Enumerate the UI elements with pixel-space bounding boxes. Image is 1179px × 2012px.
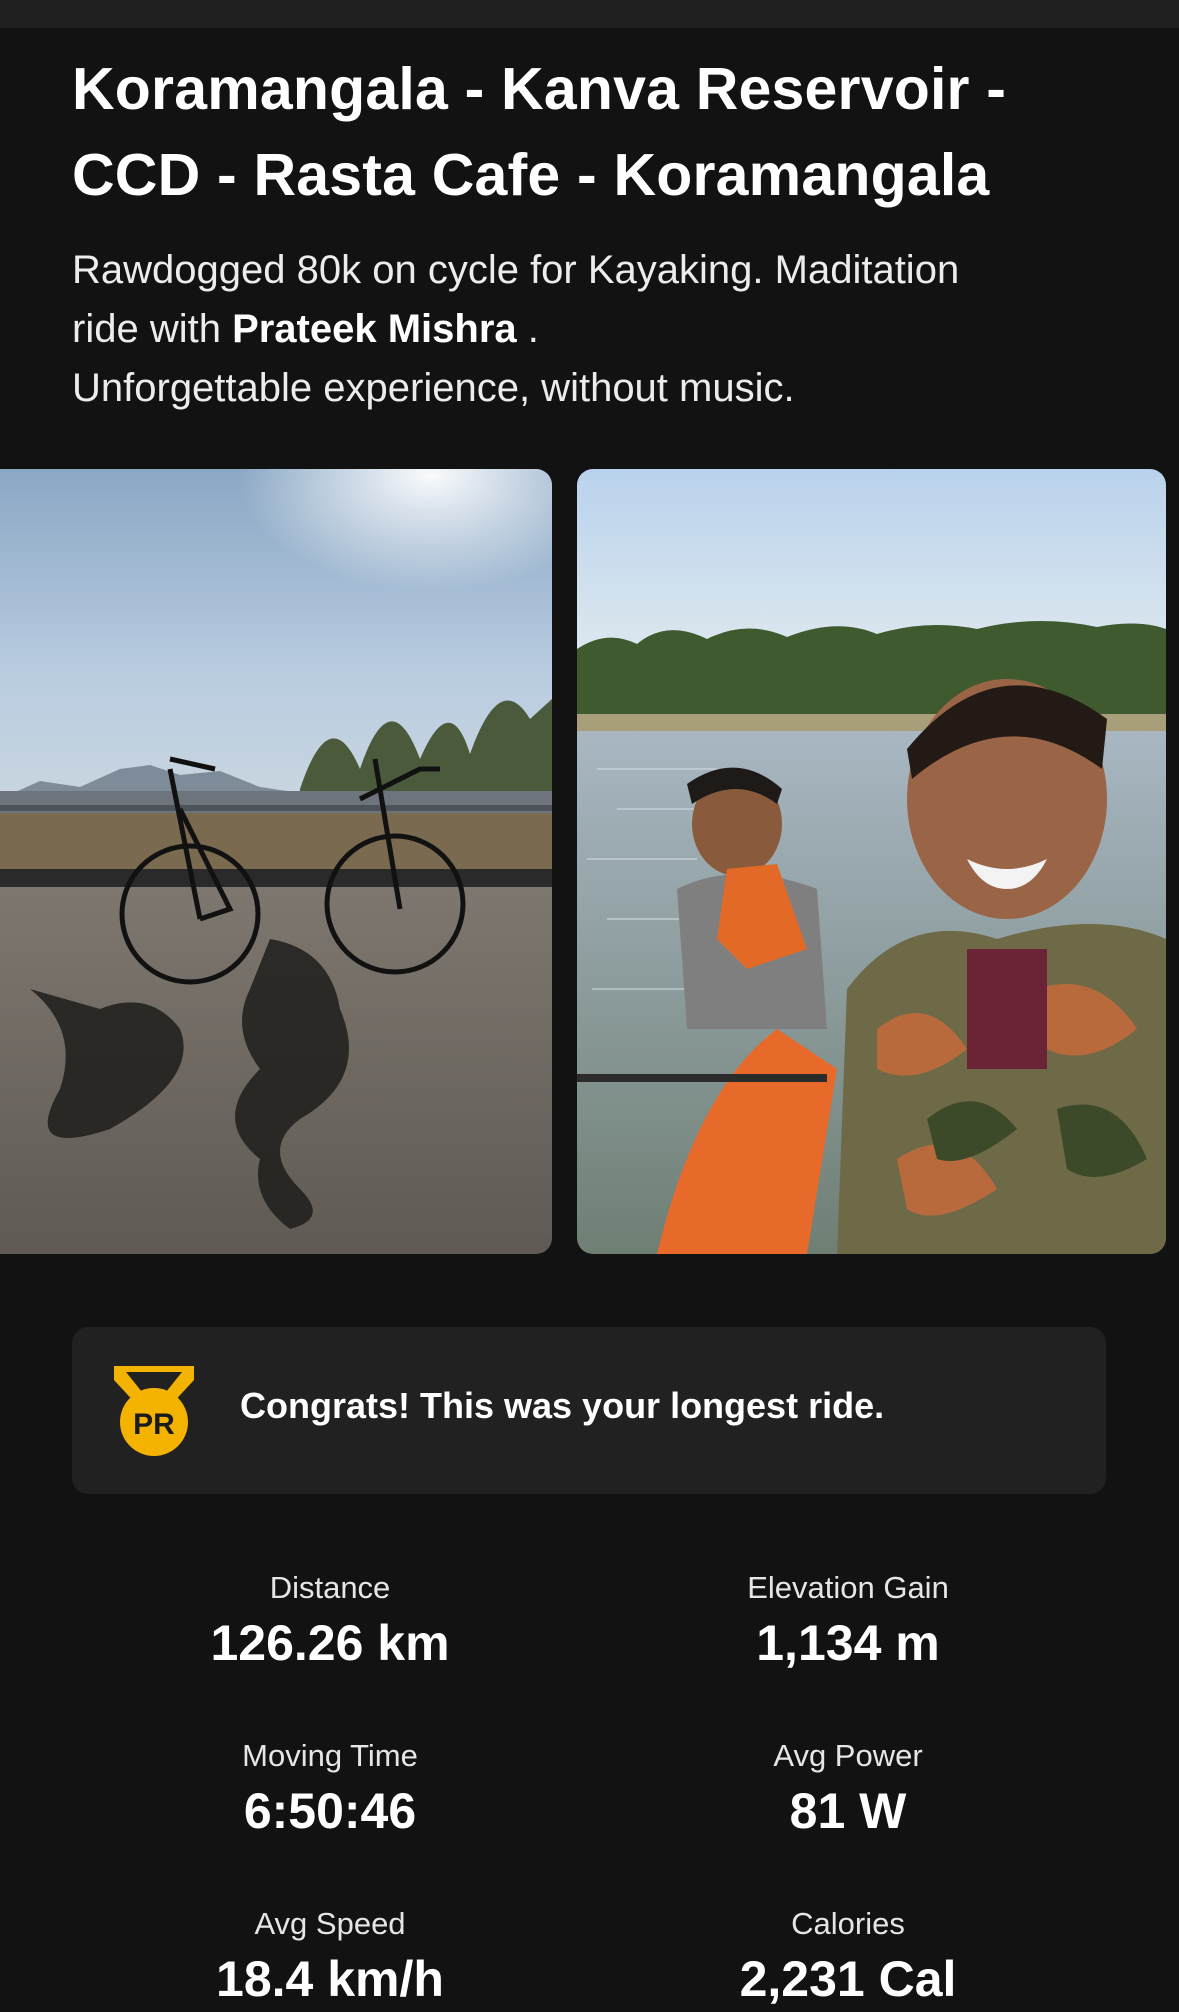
stat-label: Avg Speed (254, 1906, 406, 1941)
achievement-card[interactable]: PR Congrats! This was your longest ride. (72, 1327, 1106, 1494)
stat-elevation-gain: Elevation Gain 1,134 m (598, 1568, 1098, 1676)
stat-label: Moving Time (242, 1738, 418, 1773)
stat-value: 6:50:46 (243, 1783, 417, 1839)
bicycles-photo[interactable] (0, 469, 552, 1254)
pr-medal-icon: PR (114, 1366, 194, 1456)
activity-title-line-1: Koramangala - Kanva Reservoir - (72, 56, 1007, 122)
stat-label: Elevation Gain (747, 1570, 949, 1605)
kayaking-selfie-image (577, 469, 1166, 1254)
stat-label: Calories (791, 1906, 905, 1941)
description-line-3: Unforgettable experience, without music. (72, 366, 795, 410)
activity-title: Koramangala - Kanva Reservoir - CCD - Ra… (72, 46, 1112, 218)
activity-title-line-2: CCD - Rasta Cafe - Koramangala (72, 142, 990, 208)
bicycles-photo-image (0, 469, 552, 1254)
stat-avg-power: Avg Power 81 W (598, 1736, 1098, 1844)
stat-value: 126.26 km (210, 1615, 450, 1671)
stat-label: Avg Power (773, 1738, 923, 1773)
stat-value: 18.4 km/h (216, 1951, 444, 2007)
stat-value: 2,231 Cal (739, 1951, 957, 2007)
description-text: ride with (72, 307, 233, 351)
stat-value: 81 W (789, 1783, 907, 1839)
stat-calories: Calories 2,231 Cal (598, 1904, 1098, 2012)
description-line-1: Rawdogged 80k on cycle for Kayaking. Mad… (72, 248, 960, 292)
athlete-mention-link[interactable]: Prateek Mishra (232, 307, 517, 351)
stat-avg-speed: Avg Speed 18.4 km/h (80, 1904, 580, 2012)
status-bar (0, 0, 1179, 28)
pr-badge-text: PR (133, 1408, 175, 1441)
stat-value: 1,134 m (756, 1615, 940, 1671)
kayaking-selfie-photo[interactable] (577, 469, 1166, 1254)
description-text: . (516, 307, 539, 351)
description-line-2: ride with Prateek Mishra . (72, 300, 1132, 359)
stat-moving-time: Moving Time 6:50:46 (80, 1736, 580, 1844)
activity-description: Rawdogged 80k on cycle for Kayaking. Mad… (72, 241, 1132, 418)
achievement-message: Congrats! This was your longest ride. (240, 1385, 885, 1426)
stat-distance: Distance 126.26 km (80, 1568, 580, 1676)
stat-label: Distance (269, 1570, 391, 1605)
